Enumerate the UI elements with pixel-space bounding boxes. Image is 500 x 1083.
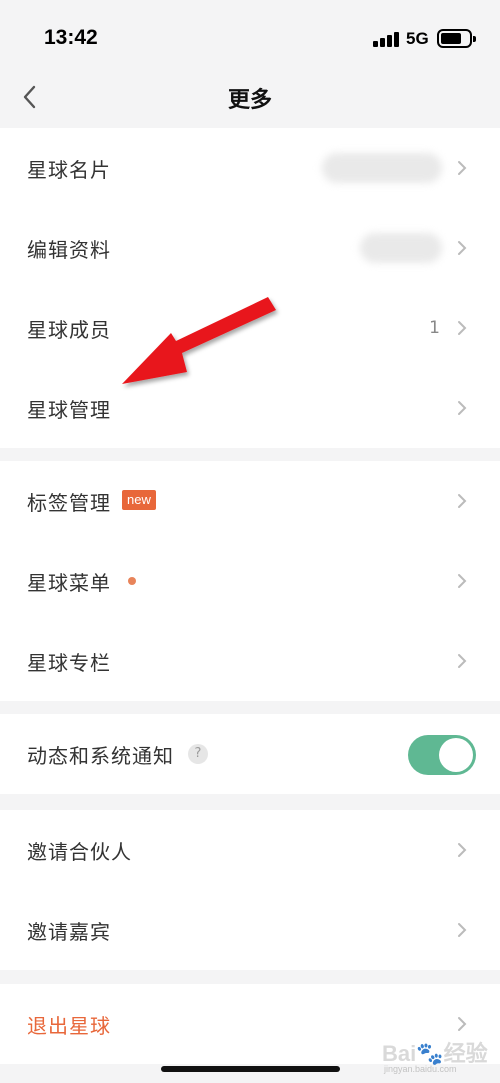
status-time: 13:42 — [44, 26, 98, 49]
help-icon[interactable]: ? — [188, 744, 208, 764]
row-planet-menu[interactable]: 星球菜单 — [0, 541, 500, 621]
notifications-toggle[interactable] — [408, 735, 476, 775]
chevron-right-icon — [458, 654, 467, 668]
member-count: 1 — [429, 318, 440, 338]
blurred-value — [360, 233, 442, 263]
chevron-right-icon — [458, 494, 467, 508]
page-title: 更多 — [227, 88, 272, 113]
watermark-logo: Bai🐾经验 jingyan.baidu.com — [382, 1028, 498, 1080]
row-label: 邀请合伙人 — [27, 839, 132, 864]
row-planet-column[interactable]: 星球专栏 — [0, 621, 500, 701]
toggle-knob — [439, 738, 473, 772]
chevron-right-icon — [458, 843, 467, 857]
settings-group-1: 星球名片 编辑资料 星球成员 1 星球管理 — [0, 128, 500, 448]
page: 13:42 5G 更多 星球名片 编辑资料 星球成员 1 星球管理 标签管理 n… — [0, 0, 500, 1083]
row-invite-guest[interactable]: 邀请嘉宾 — [0, 890, 500, 970]
status-bar: 13:42 5G — [0, 0, 500, 80]
battery-icon — [437, 29, 476, 48]
row-label: 星球名片 — [27, 157, 111, 182]
chevron-right-icon — [458, 161, 467, 175]
home-indicator[interactable] — [161, 1066, 340, 1072]
cellular-signal-icon — [373, 31, 401, 47]
row-label: 动态和系统通知 — [27, 743, 174, 768]
blurred-value — [322, 153, 442, 183]
network-type: 5G — [406, 29, 429, 48]
row-notifications: 动态和系统通知 ? — [0, 714, 500, 794]
settings-group-3: 动态和系统通知 ? — [0, 714, 500, 794]
chevron-right-icon — [458, 401, 467, 415]
row-label: 星球专栏 — [27, 650, 111, 675]
settings-group-4: 邀请合伙人 邀请嘉宾 — [0, 810, 500, 970]
row-invite-partner[interactable]: 邀请合伙人 — [0, 810, 500, 890]
new-badge: new — [122, 490, 156, 510]
row-label: 退出星球 — [27, 1013, 111, 1038]
row-planet-card[interactable]: 星球名片 — [0, 128, 500, 208]
row-label: 邀请嘉宾 — [27, 919, 111, 944]
row-label: 标签管理 — [27, 490, 111, 515]
row-label: 星球菜单 — [27, 570, 111, 595]
chevron-right-icon — [458, 321, 467, 335]
row-label: 编辑资料 — [27, 237, 111, 262]
row-label: 星球管理 — [27, 397, 111, 422]
row-members[interactable]: 星球成员 1 — [0, 288, 500, 368]
row-planet-management[interactable]: 星球管理 — [0, 368, 500, 448]
chevron-right-icon — [458, 923, 467, 937]
settings-group-2: 标签管理 new 星球菜单 星球专栏 — [0, 461, 500, 701]
nav-bar: 更多 — [0, 70, 500, 126]
unread-dot — [128, 577, 136, 585]
row-label: 星球成员 — [27, 317, 111, 342]
watermark-subtext: jingyan.baidu.com — [384, 1064, 457, 1074]
row-tag-management[interactable]: 标签管理 new — [0, 461, 500, 541]
row-edit-profile[interactable]: 编辑资料 — [0, 208, 500, 288]
chevron-right-icon — [458, 574, 467, 588]
chevron-right-icon — [458, 241, 467, 255]
